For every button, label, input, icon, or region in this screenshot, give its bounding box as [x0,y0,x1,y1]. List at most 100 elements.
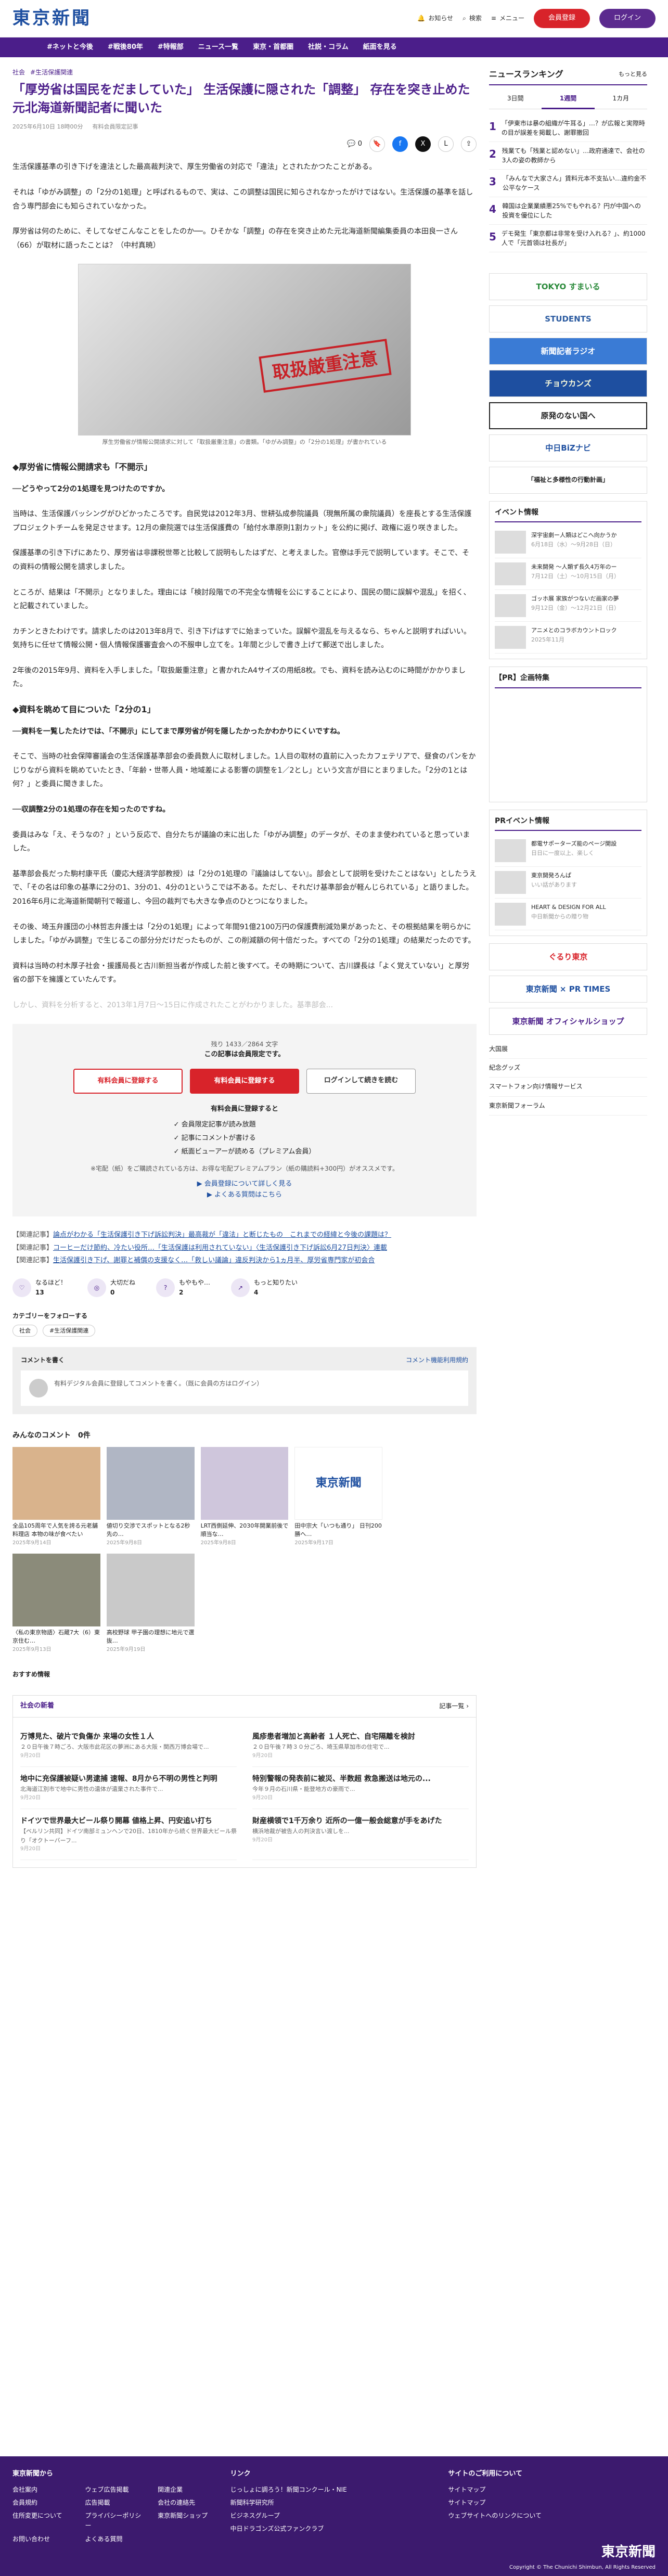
ranking-item[interactable]: 4 韓国は企業業績悪25%でもやれる？円が中国への投資を優位にした [489,197,647,225]
membership-details-link[interactable]: ▶ 会員登録について詳しく見る [33,1179,456,1190]
event-item[interactable]: ゴッホ展 家族がつないだ画家の夢 9月12日（金）〜12月21日（日） [495,590,641,622]
reaction-button[interactable]: ♡ なるほど！ 13 [12,1278,67,1298]
banner-biz[interactable]: 中日BiZナビ [489,434,647,462]
footer-link[interactable]: ウェブサイトへのリンクについて [448,2511,656,2521]
breadcrumb-item[interactable]: #生活保護関連 [30,68,73,78]
footer-link[interactable]: お問い合わせ [12,2534,75,2544]
reaction-button[interactable]: ? もやもや… 2 [156,1278,210,1298]
article-paragraph-faded: しかし、資料を分析すると、2013年1月7日〜15日に作成されたことがわかりまし… [12,1001,333,1009]
banner-radio[interactable]: 新聞記者ラジオ [489,337,647,365]
nav-item[interactable]: 社説・コラム [308,42,349,53]
news-item[interactable]: ドイツで世界最大ビール祭り開幕 値格上昇、円安追い打ち 【ベルリン共同】ドイツ南部… [20,1809,237,1861]
footer-link[interactable]: 新聞科学研究所 [230,2498,438,2508]
banner-students[interactable]: STUDENTS [489,305,647,332]
bookmark-icon[interactable]: 🔖 [369,136,385,152]
nav-item[interactable]: ニュース一覧 [198,42,238,53]
reaction-button[interactable]: ↗ もっと知りたい 4 [231,1278,298,1298]
article-card[interactable]: 〈私の東京物語〉石蔵7大（6）東京住む… 2025年9月13日 [12,1553,100,1654]
ranking-item[interactable]: 1 「伊東市は暴の組織が牛耳る」…？が広報と実際時の目が誤差を掲載し、謝罪撤回 [489,114,647,142]
footer-link[interactable]: 会社の連絡先 [158,2498,220,2508]
banner-tokyo-sumairu[interactable]: TOKYO すまいる [489,273,647,300]
footer-link[interactable]: じっしょに調ろう！新聞コンクール・NIE [230,2485,438,2495]
comment-terms-link[interactable]: コメント機能利用規約 [406,1355,468,1365]
reaction-button[interactable]: ◎ 大切だね 0 [87,1278,135,1298]
news-item[interactable]: 風疹患者増加と高齢者 １人死亡、自宅隔離を検討 ２０日午後７時３０分ごろ、埼玉県草… [252,1725,469,1767]
footer-link[interactable]: ウェブ広告掲載 [85,2485,148,2495]
banner-welfare[interactable]: 「福祉と多様性の行動計画」 [489,466,647,494]
news-item[interactable]: 地中に充保護被疑い男逮捕 速報、8月から不明の男性と判明 北海道江別市で地中に男性… [20,1767,237,1809]
footer-link[interactable]: ビジネスグループ [230,2511,438,2521]
footer-link[interactable]: 会員規約 [12,2498,75,2508]
pr-event-item[interactable]: 東京開発ろんぱ いい話があります [495,867,641,899]
footer-link[interactable]: プライバシーポリシー [85,2511,148,2531]
comment-prompt[interactable]: 有料デジタル会員に登録してコメントを書く。（既に会員の方はログイン） [54,1379,263,1389]
article-card[interactable]: 東京新聞 田中宗大「いつも通り」 日刊200勝へ… 2025年9月17日 [294,1446,383,1547]
sidebar-link[interactable]: スマートフォン向け情報サービス [489,1078,647,1097]
ranking-item[interactable]: 3 「みんなで大家さん」賃料元本不支払い…違約金不公平なケース [489,170,647,197]
search-button[interactable]: ⌕ 検索 [463,14,482,23]
tab-1week[interactable]: 1週間 [542,89,595,109]
menu-button[interactable]: ≡ メニュー [491,14,524,23]
footer-link[interactable]: よくある質問 [85,2534,148,2544]
facebook-icon[interactable]: f [392,136,408,152]
login-continue-button[interactable]: ログインして続きを読む [306,1068,416,1094]
tab-1month[interactable]: 1カ月 [594,89,647,109]
banner-gururi[interactable]: ぐるり東京 [489,943,647,970]
related-item[interactable]: 【関連記事】生活保護引き下げ、謝罪と補償の支援なく…「救しい議論」違反判決から1… [12,1254,477,1267]
related-item[interactable]: 【関連記事】コーヒーだけ節約、冷たい役所…「生活保護は利用されていない」〈生活保… [12,1242,477,1255]
article-card[interactable]: 高校野球 甲子園の理想に地元で選抜… 2025年9月19日 [106,1553,195,1654]
sidebar-link[interactable]: 大国展 [489,1040,647,1059]
footer-link[interactable]: 会社案内 [12,2485,75,2495]
article-card[interactable]: 値切り交渉でスポットとなる2秒先の… 2025年9月8日 [106,1446,195,1547]
line-icon[interactable]: L [438,136,454,152]
register-paid-button[interactable]: 有料会員に登録する [73,1068,183,1094]
banner-no-nuclear[interactable]: 原発のない国へ [489,402,647,429]
banner-shop[interactable]: 東京新聞 オフィシャルショップ [489,1007,647,1035]
sidebar-link[interactable]: 紀念グッズ [489,1059,647,1078]
news-item[interactable]: 財産横領で1千万余り 近所の一億一般会総意が手をあげた 横浜地裁が被告人の判決言い… [252,1809,469,1861]
news-item[interactable]: 特別警報の発表前に被災、半数超 救急搬送は地元の... 今年９月の石川県・能登地方… [252,1767,469,1809]
related-item[interactable]: 【関連記事】論点がわかる「生活保護引き下げ訴訟判決」最高裁が「違法」と断じたもの… [12,1229,477,1242]
ranking-more-link[interactable]: もっと見る [619,70,647,79]
nav-item[interactable]: #ネットと今後 [47,42,93,53]
tab-3days[interactable]: 3日間 [489,89,542,109]
event-item[interactable]: アニメとのコラボカウントロック 2025年11月 [495,622,641,654]
pr-event-item[interactable]: HEART & DESIGN FOR ALL 中日新聞からの贈り物 [495,899,641,930]
ranking-item[interactable]: 2 残業ても「残業と認めない」…政府通達で、会社の3人の姿の教師から [489,142,647,170]
banner-prtimes[interactable]: 東京新聞 × PR TIMES [489,975,647,1003]
register-button[interactable]: 会員登録 [533,9,590,28]
article-card[interactable]: 全品105周年で人気を誇る元老舗料理店 本物の味が食べたい 2025年9月14日 [12,1446,100,1547]
category-chip[interactable]: 社会 [12,1324,37,1337]
notification-button[interactable]: 🔔 お知らせ [417,14,453,23]
register-paid-button-primary[interactable]: 有料会員に登録する [190,1068,299,1094]
news-more-link[interactable]: 記事一覧 › [439,1701,469,1711]
nav-item[interactable]: 紙面を見る [363,42,397,53]
nav-item[interactable]: 東京・首都圏 [253,42,293,53]
category-chip[interactable]: #生活保護関連 [43,1324,96,1337]
footer-link[interactable]: 中日ドラゴンズ公式ファンクラブ [230,2524,438,2534]
nav-item[interactable]: #戦後80年 [108,42,143,53]
site-logo[interactable]: 東京新聞 [12,4,92,32]
x-icon[interactable]: X [415,136,431,152]
comment-count[interactable]: 💬 0 [347,139,362,150]
footer-link[interactable]: 広告掲載 [85,2498,148,2508]
event-item[interactable]: 深宇宙劇ー人類はどこへ向かうか 6月18日（水）〜9月28日（日） [495,527,641,559]
footer-link[interactable]: サイトマップ [448,2498,656,2508]
footer-link[interactable]: 関連企業 [158,2485,220,2495]
pr-event-item[interactable]: 都電サポーターズ能のページ開設 日日に一度以上、楽しく [495,835,641,867]
faq-link[interactable]: ▶ よくある質問はこちら [33,1190,456,1201]
article-card[interactable]: LRT西側延伸、2030年開業前後で順当な… 2025年9月8日 [200,1446,289,1547]
footer-link[interactable]: 住所変更について [12,2511,75,2531]
share-icon[interactable]: ⇪ [461,136,477,152]
event-item[interactable]: 未来開発 〜人類ず長久4万年のー 7月12日（土）〜10月15日（月） [495,558,641,591]
login-button[interactable]: ログイン [599,9,656,28]
footer-link[interactable]: サイトマップ [448,2485,656,2495]
ranking-item[interactable]: 5 デモ発生「東京都は非常を受け入れる？」、約1000人で「元首領は社長が」 [489,225,647,252]
events-box: イベント情報 深宇宙劇ー人類はどこへ向かうか 6月18日（水）〜9月28日（日） … [489,501,647,660]
sidebar-link[interactable]: 東京新聞フォーラム [489,1097,647,1116]
banner-chokanzu[interactable]: チョウカンズ [489,369,647,397]
news-item[interactable]: 万博見た、破片で負傷か 来場の女性１人 ２０日午後７時ごろ、大阪市此花区の夢洲にあ… [20,1725,237,1767]
nav-item[interactable]: #特報部 [158,42,184,53]
breadcrumb-item[interactable]: 社会 [12,68,25,78]
footer-link[interactable]: 東京新聞ショップ [158,2511,220,2531]
